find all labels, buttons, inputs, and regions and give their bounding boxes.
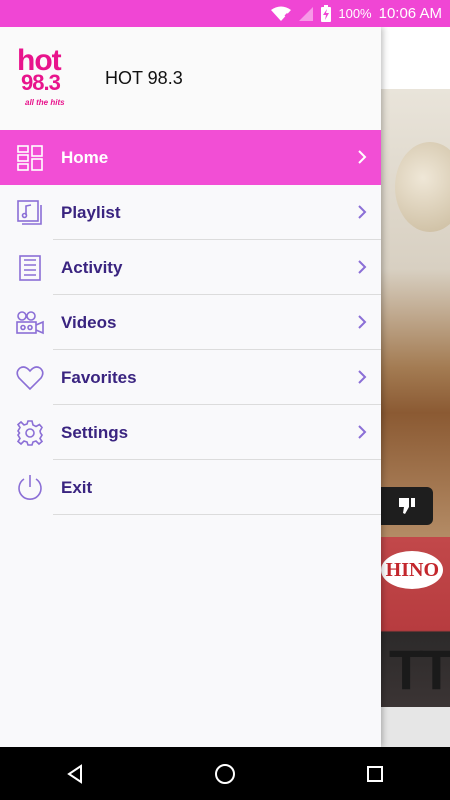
chevron-right-icon (358, 150, 367, 164)
navigation-drawer: hot 98.3 all the hits HOT 98.3 Home Play… (0, 27, 381, 747)
background-app-bar (381, 27, 450, 89)
menu-item-videos[interactable]: Videos (0, 295, 381, 350)
menu-item-label: Playlist (61, 202, 121, 222)
chevron-right-icon (358, 205, 367, 219)
menu-item-label: Home (61, 147, 109, 167)
menu-item-home[interactable]: Home (0, 130, 381, 185)
wifi-icon (271, 6, 292, 21)
menu-item-exit[interactable]: Exit (0, 460, 381, 515)
menu-item-label: Favorites (61, 367, 137, 387)
grid-icon (16, 144, 44, 172)
heart-icon (16, 364, 44, 392)
menu-item-label: Exit (61, 477, 93, 497)
drawer-header: hot 98.3 all the hits HOT 98.3 (0, 27, 381, 130)
menu-item-activity[interactable]: Activity (0, 240, 381, 295)
background-footer (381, 707, 450, 747)
home-button[interactable] (195, 747, 255, 800)
ad-text: TT (389, 638, 450, 701)
menu-item-favorites[interactable]: Favorites (0, 350, 381, 405)
chevron-right-icon (358, 425, 367, 439)
recents-button[interactable] (345, 747, 405, 800)
chevron-right-icon (358, 370, 367, 384)
signal-icon (299, 6, 314, 21)
back-triangle-icon (67, 763, 82, 784)
home-circle-icon (215, 763, 235, 784)
menu-item-label: Videos (61, 312, 117, 332)
recents-square-icon (367, 765, 383, 782)
system-nav-bar (0, 747, 450, 800)
station-name: HOT 98.3 (105, 68, 183, 88)
background-ad-banner[interactable]: HINO TT (381, 537, 450, 707)
menu-item-label: Activity (61, 257, 123, 277)
status-bar: 100% 10:06 AM (0, 0, 450, 27)
thumbs-down-button[interactable] (381, 487, 433, 525)
battery-charging-icon (321, 5, 332, 22)
station-logo: hot 98.3 all the hits (17, 43, 65, 107)
music-note-icon (16, 199, 44, 227)
chevron-right-icon (358, 260, 367, 274)
chevron-right-icon (358, 315, 367, 329)
divider (53, 514, 381, 515)
drawer-menu: Home Playlist Activity Videos Favorites … (0, 130, 381, 515)
back-button[interactable] (45, 747, 105, 800)
video-camera-icon (16, 309, 44, 337)
clock: 10:06 AM (378, 5, 442, 22)
list-document-icon (16, 254, 44, 282)
menu-item-playlist[interactable]: Playlist (0, 185, 381, 240)
menu-item-label: Settings (61, 422, 129, 442)
menu-item-settings[interactable]: Settings (0, 405, 381, 460)
power-icon (16, 474, 44, 502)
ad-logo: HINO (381, 551, 443, 589)
gear-icon (16, 419, 44, 447)
thumbs-down-icon (399, 498, 415, 514)
battery-percent: 100% (338, 6, 372, 21)
